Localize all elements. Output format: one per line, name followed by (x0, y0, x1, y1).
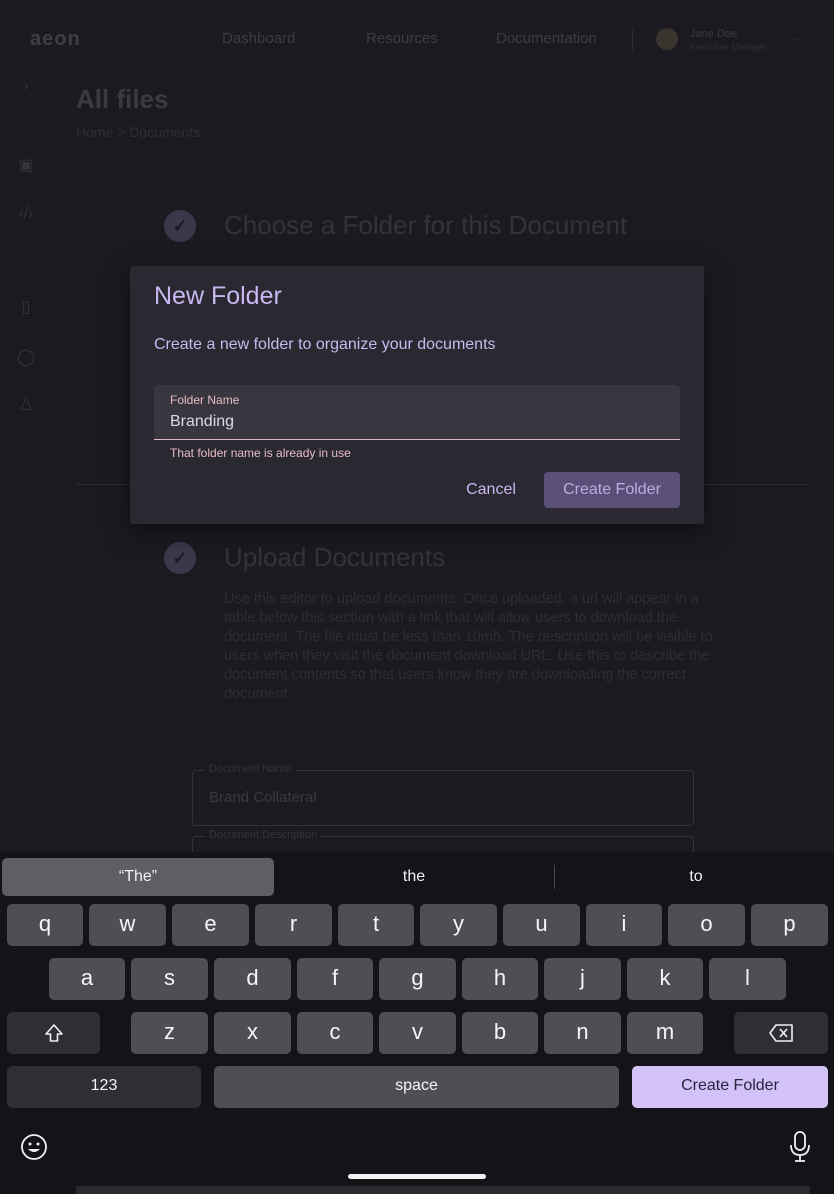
chevron-right-icon: › (23, 77, 29, 94)
key-d[interactable]: d (214, 958, 291, 1000)
on-screen-keyboard: “The” the to q w e r t y u i o p a s d f… (0, 852, 834, 1194)
shift-icon (44, 1024, 63, 1042)
folder-name-label: Folder Name (170, 393, 240, 407)
key-b[interactable]: b (462, 1012, 538, 1054)
microphone-icon[interactable] (788, 1130, 812, 1164)
document-name-field: Document Name Brand Collateral (192, 763, 694, 826)
key-j[interactable]: j (544, 958, 621, 1000)
nav-divider (632, 30, 633, 50)
key-g[interactable]: g (379, 958, 456, 1000)
cancel-button[interactable]: Cancel (454, 472, 528, 508)
key-x[interactable]: x (214, 1012, 291, 1054)
key-e[interactable]: e (172, 904, 249, 946)
key-q[interactable]: q (7, 904, 83, 946)
key-r[interactable]: r (255, 904, 332, 946)
user-name: Jane Doe (690, 28, 738, 40)
shift-key[interactable] (7, 1012, 100, 1054)
suggestion-divider (554, 865, 555, 889)
step-title: Choose a Folder for this Document (224, 210, 628, 240)
numbers-key[interactable]: 123 (7, 1066, 201, 1108)
field-value: Brand Collateral (209, 789, 317, 806)
key-c[interactable]: c (297, 1012, 373, 1054)
nav-resources: Resources (366, 30, 438, 47)
create-folder-key[interactable]: Create Folder (632, 1066, 828, 1108)
field-label: Document Description (205, 829, 322, 841)
user-role: Executive Manager (690, 42, 768, 52)
key-k[interactable]: k (627, 958, 703, 1000)
nav-documentation: Documentation (496, 30, 597, 47)
suggestion-3[interactable]: to (560, 858, 832, 896)
backspace-icon (769, 1024, 793, 1042)
step-description: Use this editor to upload documents. Onc… (224, 591, 713, 702)
breadcrumb: Home > Documents (76, 124, 201, 140)
suggestion-2[interactable]: the (280, 858, 548, 896)
key-t[interactable]: t (338, 904, 414, 946)
page-bottom-edge (76, 1186, 810, 1194)
nav-dashboard: Dashboard (222, 30, 296, 47)
new-folder-dialog: New Folder Create a new folder to organi… (130, 266, 704, 524)
avatar (656, 28, 678, 50)
logo: aeon (30, 28, 81, 50)
space-key[interactable]: space (214, 1066, 619, 1108)
dialog-subtitle: Create a new folder to organize your doc… (154, 336, 496, 353)
error-message: That folder name is already in use (170, 446, 351, 460)
key-h[interactable]: h (462, 958, 538, 1000)
key-o[interactable]: o (668, 904, 745, 946)
key-u[interactable]: u (503, 904, 580, 946)
check-icon: ✓ (164, 210, 196, 242)
create-folder-button[interactable]: Create Folder (544, 472, 680, 508)
key-a[interactable]: a (49, 958, 125, 1000)
emoji-icon[interactable] (19, 1132, 49, 1162)
chevron-down-icon: ⌄ (792, 30, 803, 44)
folder-name-input[interactable] (170, 411, 650, 433)
bell-icon: △ (19, 395, 33, 412)
dialog-title: New Folder (154, 282, 282, 310)
key-y[interactable]: y (420, 904, 497, 946)
folder-name-field[interactable]: Folder Name (154, 385, 680, 440)
key-w[interactable]: w (89, 904, 166, 946)
check-icon: ✓ (164, 542, 196, 574)
suggestion-1[interactable]: “The” (2, 858, 274, 896)
key-z[interactable]: z (131, 1012, 208, 1054)
home-indicator[interactable] (348, 1174, 486, 1179)
key-v[interactable]: v (379, 1012, 456, 1054)
document-icon: ▯ (21, 299, 31, 316)
file-upload-icon: ▣ (18, 157, 34, 174)
key-f[interactable]: f (297, 958, 373, 1000)
user-icon: ◯ (17, 349, 35, 366)
key-p[interactable]: p (751, 904, 828, 946)
key-n[interactable]: n (544, 1012, 621, 1054)
key-s[interactable]: s (131, 958, 208, 1000)
sidebar: › ▣ ‹/› ▯ ◯ △ (0, 60, 54, 860)
step-title: Upload Documents (224, 542, 446, 572)
top-bar: aeon Dashboard Resources Documentation J… (0, 0, 834, 78)
screen: aeon Dashboard Resources Documentation J… (0, 0, 834, 1194)
page-title: All files (76, 84, 169, 114)
backspace-key[interactable] (734, 1012, 828, 1054)
key-i[interactable]: i (586, 904, 662, 946)
key-m[interactable]: m (627, 1012, 703, 1054)
code-icon: ‹/› (18, 205, 34, 222)
key-l[interactable]: l (709, 958, 786, 1000)
field-label: Document Name (205, 763, 296, 775)
